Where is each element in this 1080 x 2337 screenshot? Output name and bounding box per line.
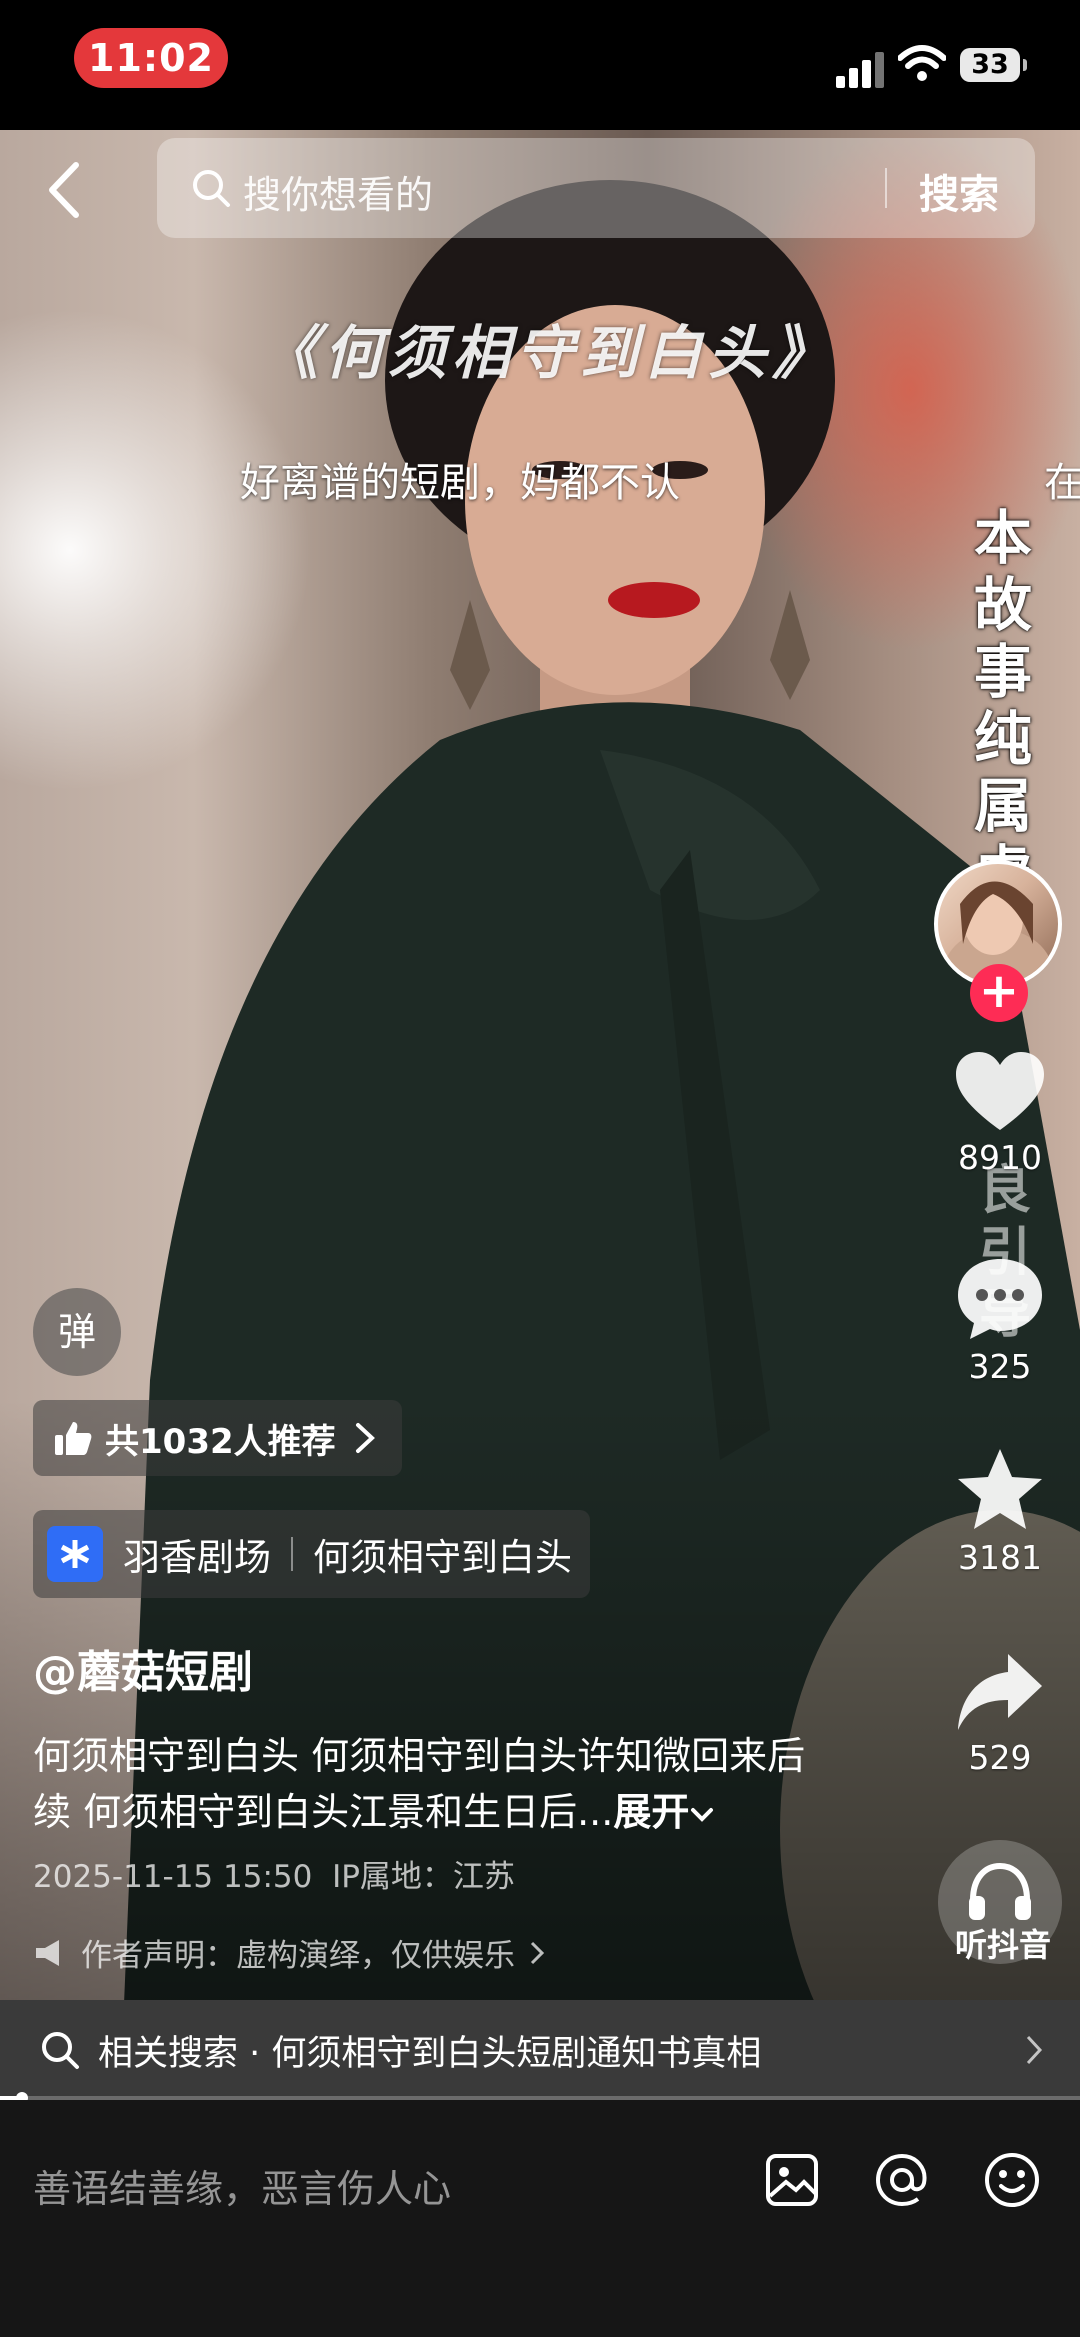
- comment-count: 325: [968, 1347, 1032, 1386]
- disclaimer-char: 故: [973, 571, 1032, 639]
- danmu-toggle-button[interactable]: 弹: [33, 1288, 121, 1376]
- like-button[interactable]: 8910: [940, 1050, 1060, 1177]
- search-input[interactable]: 搜你想看的: [243, 164, 433, 219]
- drama-studio-name: 羽香剧场: [123, 1536, 271, 1579]
- disclaimer-char: 属: [973, 772, 1032, 840]
- status-bar: 11:02 33: [0, 0, 1080, 130]
- follow-button[interactable]: +: [970, 964, 1028, 1022]
- battery-indicator: 33: [960, 48, 1027, 82]
- video-description[interactable]: 何须相守到白头 何须相守到白头许知微回来后续 何须相守到白头江景和生日后...展…: [33, 1728, 833, 1840]
- drama-title: 何须相守到白头: [313, 1536, 572, 1579]
- like-count: 8910: [958, 1138, 1042, 1177]
- search-icon: [193, 170, 230, 207]
- wifi-icon: [898, 45, 946, 81]
- related-search-bar[interactable]: 相关搜索 · 何须相守到白头短剧通知书真相: [0, 2000, 1080, 2100]
- expand-button[interactable]: 展开: [613, 1790, 689, 1834]
- share-button[interactable]: 529: [940, 1650, 1060, 1777]
- star-icon: [958, 1449, 1042, 1529]
- drama-series-chip[interactable]: 羽香剧场 何须相守到白头: [33, 1510, 590, 1598]
- drama-chip-divider: [291, 1537, 293, 1571]
- search-icon: [42, 2032, 79, 2069]
- disclaimer-char: 纯: [973, 705, 1032, 773]
- search-button[interactable]: 搜索: [919, 162, 999, 220]
- post-meta: 2025-11-15 15:50 IP属地：江苏: [33, 1851, 515, 1896]
- danmaku-comment: 在: [1044, 460, 1080, 506]
- author-declaration-text: 作者声明：虚构演绎，仅供娱乐: [81, 1938, 515, 1974]
- comment-button[interactable]: 325: [940, 1255, 1060, 1386]
- search-bar[interactable]: 搜你想看的 搜索: [157, 138, 1035, 238]
- headphones-icon: [969, 1862, 1031, 1920]
- recommend-text: 共1032人推荐: [105, 1421, 336, 1462]
- comment-input[interactable]: 善语结善缘，恶言伤人心: [33, 2158, 451, 2213]
- share-icon: [958, 1654, 1042, 1730]
- favorite-count: 3181: [958, 1538, 1042, 1577]
- chevron-right-icon: [355, 1423, 375, 1453]
- chevron-right-icon: [530, 1941, 545, 1964]
- status-time: 11:02: [74, 28, 228, 88]
- megaphone-icon: [36, 1939, 59, 1966]
- search-divider: [885, 168, 887, 208]
- disclaimer-char: 本: [973, 504, 1032, 572]
- at-mention-icon[interactable]: [872, 2150, 932, 2210]
- video-title-overlay: 《何须相守到白头》: [260, 319, 837, 387]
- post-date: 2025-11-15 15:50: [33, 1859, 313, 1895]
- image-icon[interactable]: [762, 2150, 822, 2210]
- thumbs-up-icon: [55, 1422, 92, 1455]
- author-declaration[interactable]: 作者声明：虚构演绎，仅供娱乐: [33, 1930, 549, 1975]
- chevron-right-icon: [1026, 2035, 1043, 2065]
- drama-studio-logo: [47, 1526, 103, 1582]
- comment-icon: [958, 1259, 1042, 1339]
- disclaimer-char: 事: [973, 638, 1032, 706]
- chevron-down-icon: [691, 1808, 714, 1822]
- share-count: 529: [968, 1738, 1032, 1777]
- back-chevron-icon[interactable]: [40, 155, 90, 225]
- comment-input-bar[interactable]: 善语结善缘，恶言伤人心: [0, 2100, 1080, 2337]
- cellular-signal-icon: [836, 44, 886, 88]
- recommend-chip[interactable]: 共1032人推荐: [33, 1400, 402, 1476]
- related-search-text: 相关搜索 · 何须相守到白头短剧通知书真相: [98, 2033, 762, 2074]
- heart-icon: [956, 1052, 1044, 1130]
- danmaku-comment: 好离谱的短剧，妈都不认: [240, 460, 680, 506]
- author-name[interactable]: @蘑菇短剧: [33, 1636, 253, 1700]
- ip-location: IP属地：江苏: [332, 1859, 515, 1895]
- listen-label[interactable]: 听抖音: [948, 1920, 1058, 1966]
- favorite-button[interactable]: 3181: [940, 1446, 1060, 1577]
- asterisk-icon: [60, 1540, 90, 1568]
- emoji-icon[interactable]: [982, 2150, 1042, 2210]
